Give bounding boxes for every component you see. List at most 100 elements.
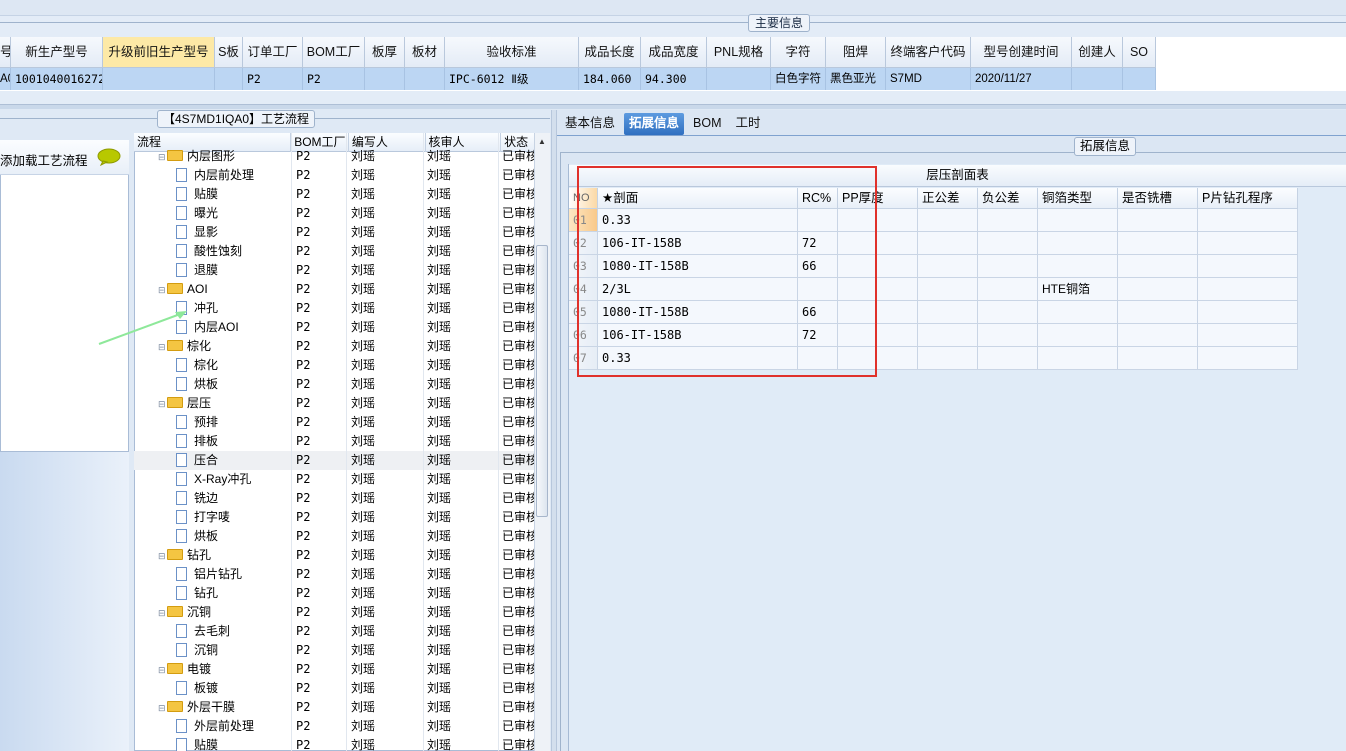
tree-row[interactable]: ⊟ 沉铜 P2 刘瑶 刘瑶 已审核 xyxy=(134,603,534,622)
main-col-header[interactable]: BOM工厂 xyxy=(303,37,365,68)
lam-col-header[interactable]: 是否铣槽 xyxy=(1118,188,1198,209)
lam-cell[interactable] xyxy=(1198,255,1298,278)
main-cell[interactable]: P2 xyxy=(303,68,365,90)
main-cell[interactable]: IPC-6012 Ⅱ级 xyxy=(445,68,579,90)
lam-cell[interactable] xyxy=(918,232,978,255)
lam-col-header[interactable]: 负公差 xyxy=(978,188,1038,209)
lam-cell[interactable] xyxy=(918,347,978,370)
tab-1[interactable]: 拓展信息 xyxy=(624,113,685,135)
tree-scroll-thumb[interactable] xyxy=(536,245,548,517)
main-col-header[interactable]: 验收标准 xyxy=(445,37,579,68)
main-col-header[interactable]: 成品宽度 xyxy=(641,37,707,68)
tree-row[interactable]: 预排 P2 刘瑶 刘瑶 已审核 xyxy=(134,413,534,432)
lam-cell[interactable] xyxy=(918,209,978,232)
tree-row[interactable]: 贴膜 P2 刘瑶 刘瑶 已审核 xyxy=(134,185,534,204)
tab-0[interactable]: 基本信息 xyxy=(560,113,620,135)
lam-cell[interactable] xyxy=(1118,347,1198,370)
tree-row[interactable]: ⊟ 电镀 P2 刘瑶 刘瑶 已审核 xyxy=(134,660,534,679)
main-cell[interactable]: 2020/11/27 xyxy=(971,68,1072,90)
tab-2[interactable]: BOM xyxy=(688,113,726,135)
main-col-header[interactable]: 订单工厂 xyxy=(243,37,303,68)
lam-cell[interactable] xyxy=(1118,255,1198,278)
lam-cell[interactable] xyxy=(1038,347,1118,370)
main-col-header[interactable]: 创建人 xyxy=(1072,37,1123,68)
lam-col-header[interactable]: 铜箔类型 xyxy=(1038,188,1118,209)
lam-cell[interactable] xyxy=(1038,232,1118,255)
main-col-header[interactable]: 终端客户代码 xyxy=(886,37,971,68)
lam-cell[interactable] xyxy=(978,324,1038,347)
tree-row[interactable]: 外层前处理 P2 刘瑶 刘瑶 已审核 xyxy=(134,717,534,736)
main-col-header[interactable]: 字符 xyxy=(771,37,826,68)
lam-cell[interactable] xyxy=(978,209,1038,232)
collapse-icon[interactable]: ⊟ xyxy=(158,661,167,679)
main-cell[interactable]: S7MD xyxy=(886,68,971,90)
lam-cell[interactable] xyxy=(978,255,1038,278)
lam-cell[interactable] xyxy=(1198,347,1298,370)
lam-cell[interactable] xyxy=(978,301,1038,324)
collapse-icon[interactable]: ⊟ xyxy=(158,604,167,622)
main-cell[interactable] xyxy=(405,68,445,90)
tree-row[interactable]: ⊟ 钻孔 P2 刘瑶 刘瑶 已审核 xyxy=(134,546,534,565)
tree-row[interactable]: 棕化 P2 刘瑶 刘瑶 已审核 xyxy=(134,356,534,375)
lam-cell[interactable] xyxy=(918,255,978,278)
main-col-header[interactable]: 板材 xyxy=(405,37,445,68)
main-col-header[interactable]: 成品长度 xyxy=(579,37,641,68)
main-info-row[interactable]: A010010400162725 P2P2 IPC-6012 Ⅱ级184.06094… xyxy=(0,68,1156,90)
lam-cell[interactable] xyxy=(1038,324,1118,347)
tree-row[interactable]: 贴膜 P2 刘瑶 刘瑶 已审核 xyxy=(134,736,534,751)
main-cell[interactable]: P2 xyxy=(243,68,303,90)
lam-cell[interactable] xyxy=(918,324,978,347)
tree-row[interactable]: 酸性蚀刻 P2 刘瑶 刘瑶 已审核 xyxy=(134,242,534,261)
speech-bubble-icon[interactable] xyxy=(97,148,121,166)
main-col-header[interactable]: S板 xyxy=(215,37,243,68)
lam-cell[interactable] xyxy=(978,232,1038,255)
lam-cell[interactable]: HTE铜箔 xyxy=(1038,278,1118,301)
tree-row[interactable]: 排板 P2 刘瑶 刘瑶 已审核 xyxy=(134,432,534,451)
lam-cell[interactable] xyxy=(1038,209,1118,232)
main-cell[interactable] xyxy=(1072,68,1123,90)
lam-cell[interactable] xyxy=(1118,209,1198,232)
scroll-up-icon[interactable]: ▲ xyxy=(536,137,548,147)
tree-row[interactable]: 板镀 P2 刘瑶 刘瑶 已审核 xyxy=(134,679,534,698)
main-col-header[interactable]: SO xyxy=(1123,37,1156,68)
main-cell[interactable]: 94.300 xyxy=(641,68,707,90)
tree-row[interactable]: ⊟ AOI P2 刘瑶 刘瑶 已审核 xyxy=(134,280,534,299)
lam-cell[interactable] xyxy=(1118,324,1198,347)
tree-row[interactable]: 烘板 P2 刘瑶 刘瑶 已审核 xyxy=(134,375,534,394)
tree-row[interactable]: 曝光 P2 刘瑶 刘瑶 已审核 xyxy=(134,204,534,223)
main-col-header[interactable]: 板厚 xyxy=(365,37,405,68)
collapse-icon[interactable]: ⊟ xyxy=(158,281,167,299)
lam-cell[interactable] xyxy=(1118,301,1198,324)
main-cell[interactable] xyxy=(103,68,215,90)
main-col-header[interactable]: PNL规格 xyxy=(707,37,771,68)
collapse-icon[interactable]: ⊟ xyxy=(158,148,167,166)
tree-row[interactable]: 烘板 P2 刘瑶 刘瑶 已审核 xyxy=(134,527,534,546)
tree-row[interactable]: 铝片钻孔 P2 刘瑶 刘瑶 已审核 xyxy=(134,565,534,584)
lam-cell[interactable] xyxy=(1198,209,1298,232)
main-cell[interactable] xyxy=(1123,68,1156,90)
lam-cell[interactable] xyxy=(1198,232,1298,255)
main-col-header[interactable]: 号 xyxy=(0,37,11,68)
main-cell[interactable]: 184.060 xyxy=(579,68,641,90)
main-col-header[interactable]: 型号创建时间 xyxy=(971,37,1072,68)
lam-col-header[interactable]: 正公差 xyxy=(918,188,978,209)
lam-col-header[interactable]: P片钻孔程序 xyxy=(1198,188,1298,209)
tree-row[interactable]: ⊟ 外层干膜 P2 刘瑶 刘瑶 已审核 xyxy=(134,698,534,717)
lam-cell[interactable] xyxy=(918,278,978,301)
main-cell[interactable]: 白色字符 xyxy=(771,68,826,90)
main-cell[interactable]: A0 xyxy=(0,68,11,90)
lam-cell[interactable] xyxy=(1118,278,1198,301)
tree-row[interactable]: 去毛刺 P2 刘瑶 刘瑶 已审核 xyxy=(134,622,534,641)
tree-row[interactable]: 内层前处理 P2 刘瑶 刘瑶 已审核 xyxy=(134,166,534,185)
tree-row[interactable]: 压合 P2 刘瑶 刘瑶 已审核 xyxy=(134,451,534,470)
main-cell[interactable] xyxy=(215,68,243,90)
add-flow-label[interactable]: 添加载工艺流程 xyxy=(0,150,88,169)
tree-row[interactable]: 显影 P2 刘瑶 刘瑶 已审核 xyxy=(134,223,534,242)
horizontal-splitter[interactable] xyxy=(0,104,1346,109)
main-col-header[interactable]: 阻焊 xyxy=(826,37,886,68)
main-cell[interactable] xyxy=(707,68,771,90)
lam-cell[interactable] xyxy=(1038,301,1118,324)
tree-row[interactable]: ⊟ 内层图形 P2 刘瑶 刘瑶 已审核 xyxy=(134,147,534,166)
main-cell[interactable]: 黑色亚光 xyxy=(826,68,886,90)
tree-row[interactable]: ⊟ 层压 P2 刘瑶 刘瑶 已审核 xyxy=(134,394,534,413)
